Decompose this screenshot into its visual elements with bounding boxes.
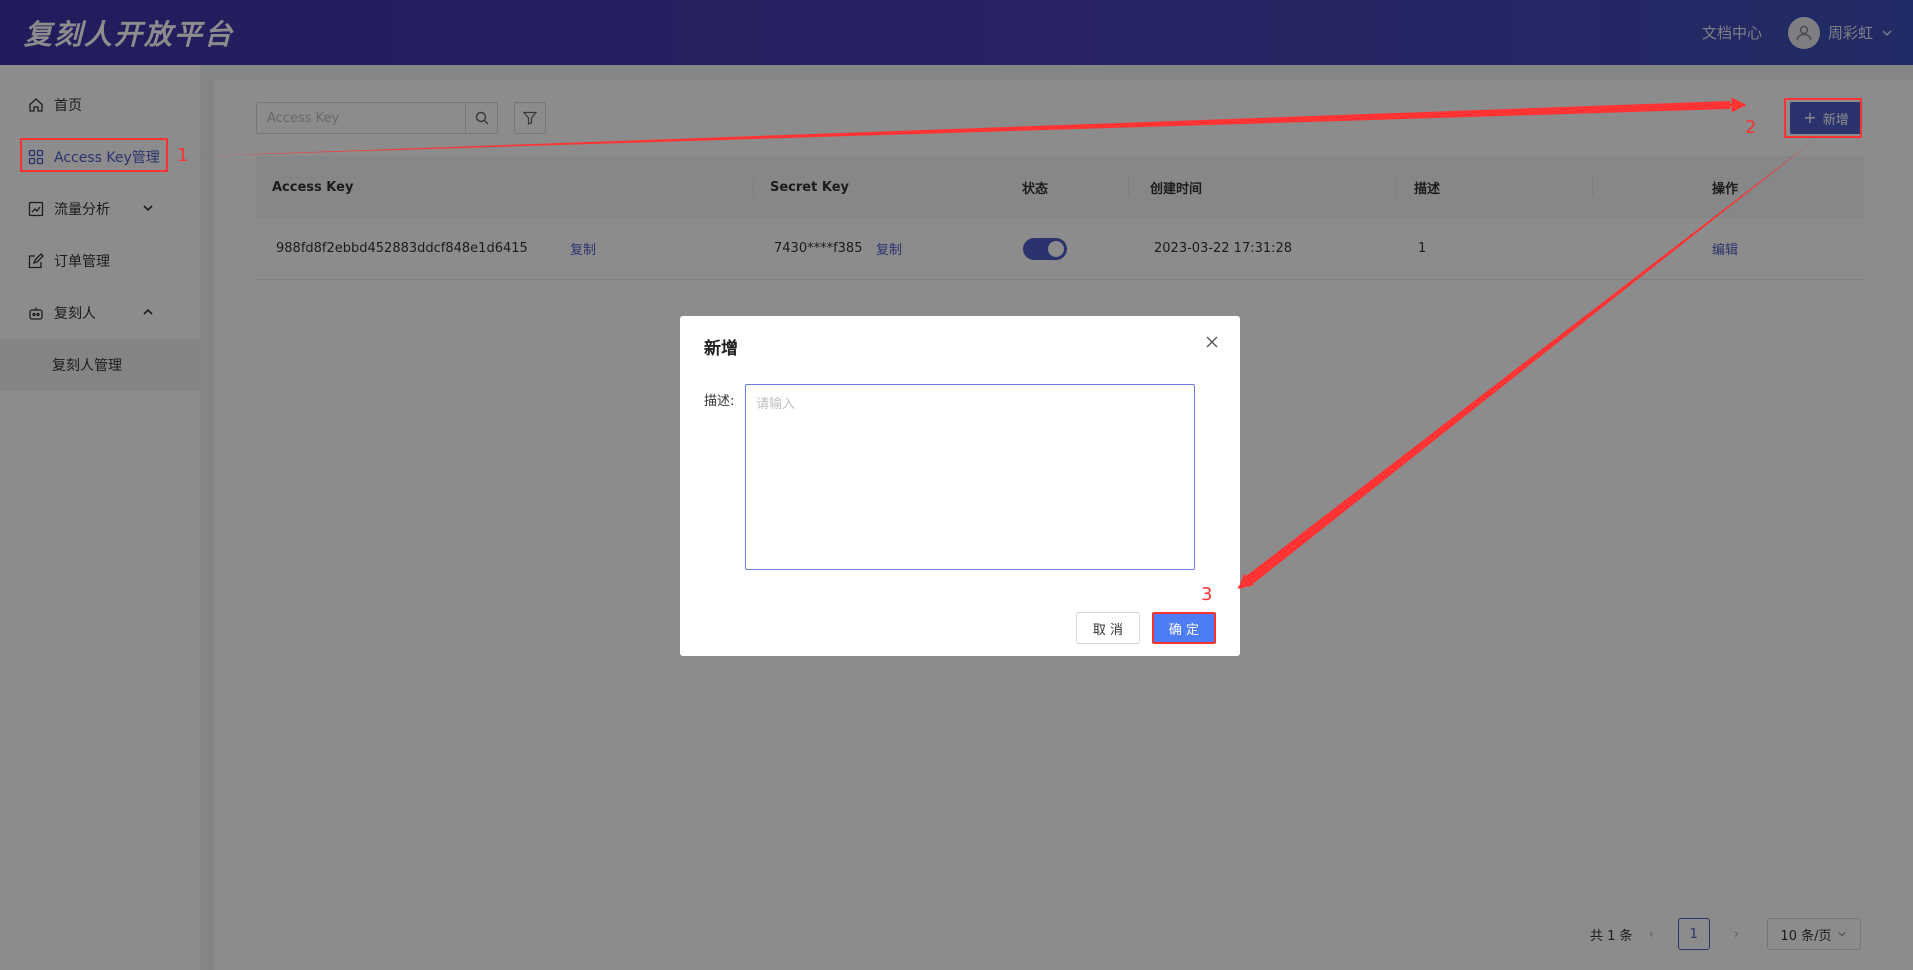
annotation-number-3: 3 xyxy=(1201,584,1213,605)
annotation-number-2: 2 xyxy=(1745,117,1757,138)
cancel-button[interactable]: 取 消 xyxy=(1076,612,1140,644)
confirm-button[interactable]: 确 定 xyxy=(1152,612,1216,644)
modal-title: 新增 xyxy=(704,339,738,359)
close-icon[interactable] xyxy=(1204,334,1220,350)
add-modal: 新增 描述: 取 消 确 定 xyxy=(680,316,1240,656)
desc-textarea[interactable] xyxy=(745,384,1195,570)
annotation-box-1 xyxy=(20,138,168,172)
annotation-number-1: 1 xyxy=(177,145,189,166)
desc-label: 描述: xyxy=(704,394,735,409)
annotation-box-2 xyxy=(1784,98,1862,138)
